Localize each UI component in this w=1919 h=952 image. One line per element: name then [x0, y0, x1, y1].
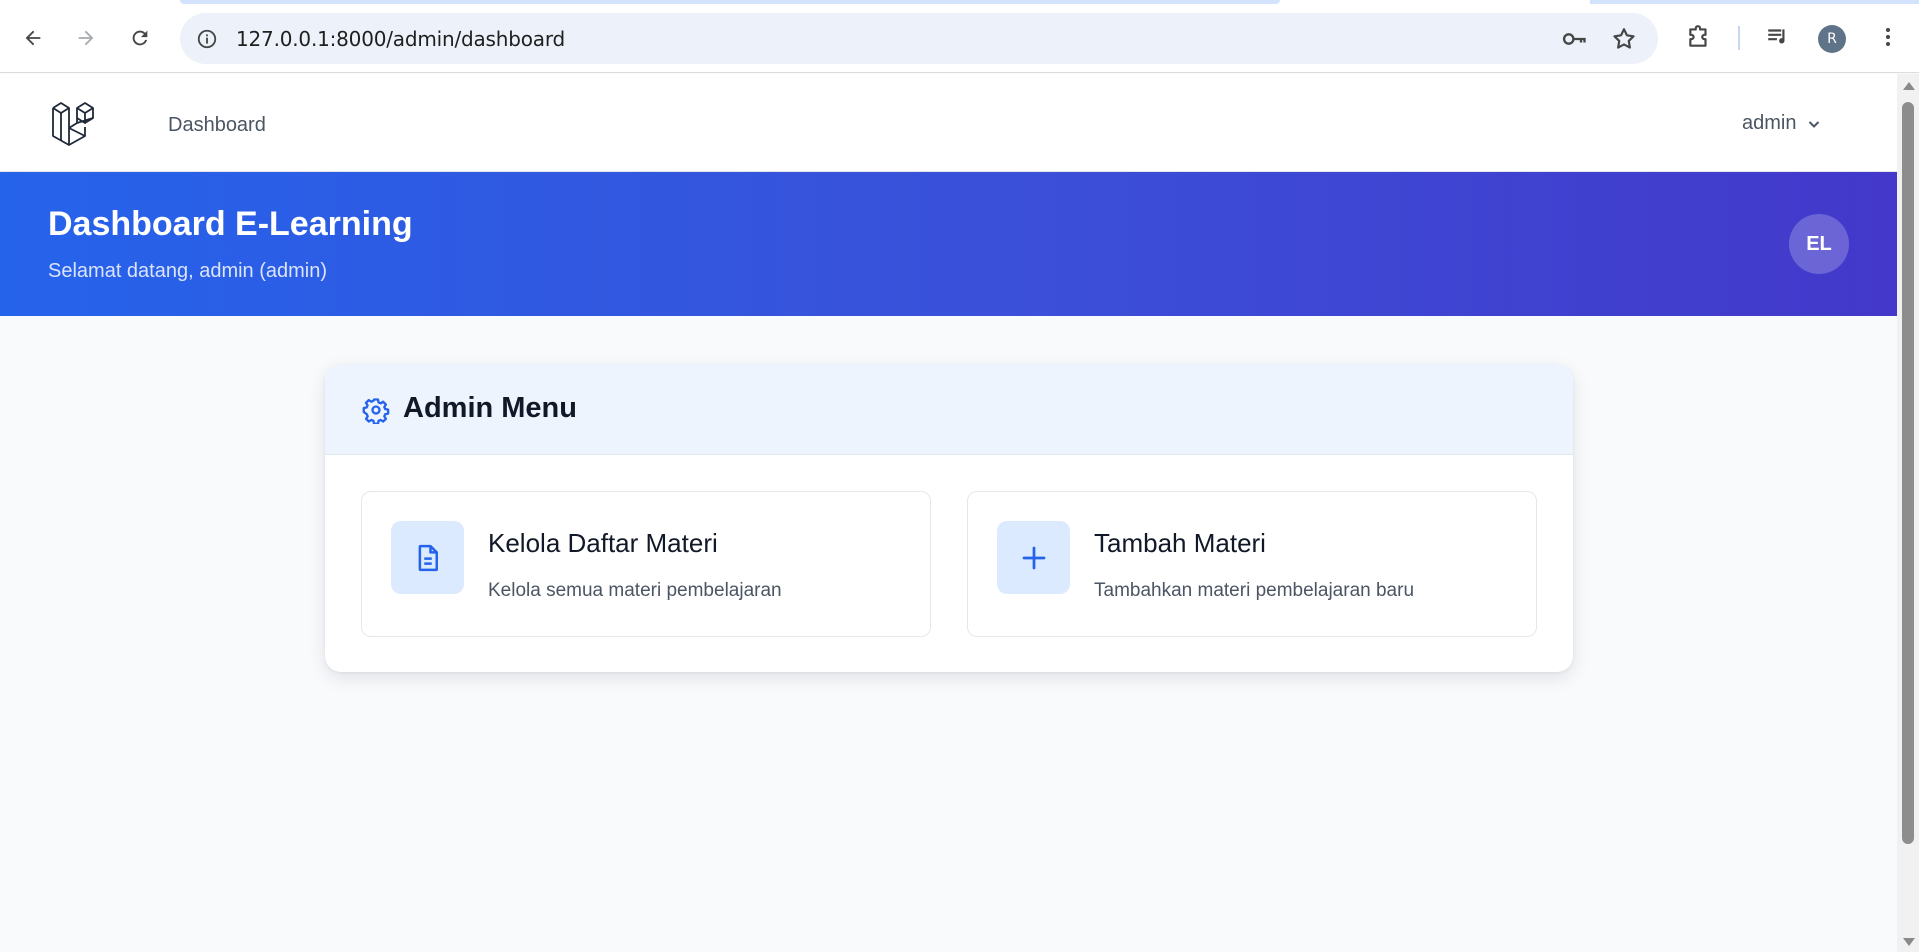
chevron-down-icon — [1809, 120, 1820, 128]
back-icon — [25, 30, 41, 46]
tab-strip — [180, 0, 1280, 4]
user-name: admin — [1742, 112, 1797, 134]
key-icon[interactable] — [1560, 25, 1588, 53]
welcome-text: Selamat datang, admin (admin) — [48, 260, 328, 282]
scroll-thumb[interactable] — [1902, 102, 1914, 844]
laravel-logo-icon[interactable] — [50, 98, 102, 150]
toolbar-divider — [1738, 26, 1740, 50]
page-title: Dashboard E-Learning — [48, 205, 413, 243]
menu-tile-title: Tambah Materi — [1094, 528, 1266, 558]
browser-toolbar: 127.0.0.1:8000/admin/dashboard R — [0, 0, 1919, 73]
gear-icon — [362, 398, 390, 424]
menu-tile-description: Tambahkan materi pembelajaran baru — [1094, 580, 1415, 601]
media-control-icon[interactable] — [1763, 22, 1793, 52]
tab-strip-right — [1590, 0, 1919, 4]
hero-banner: Dashboard E-Learning Selamat datang, adm… — [0, 172, 1897, 316]
reload-icon — [132, 30, 148, 46]
site-info-icon[interactable] — [194, 26, 220, 52]
menu-tile-title: Kelola Daftar Materi — [488, 528, 718, 558]
plus-icon — [1022, 546, 1045, 569]
plus-icon-box — [997, 521, 1070, 594]
bookmark-star-icon[interactable] — [1610, 25, 1638, 53]
admin-menu-card: Admin Menu Kelola Daftar Materi Kelola s… — [325, 364, 1573, 672]
document-icon — [418, 544, 438, 571]
back-button[interactable] — [15, 20, 51, 56]
menu-tile-tambah-materi[interactable]: Tambah Materi Tambahkan materi pembelaja… — [967, 491, 1537, 637]
forward-button[interactable] — [68, 20, 104, 56]
extensions-icon[interactable] — [1684, 22, 1714, 52]
app-navbar: Dashboard admin — [0, 74, 1897, 172]
scroll-down-arrow-icon[interactable] — [1903, 938, 1915, 946]
nav-link-dashboard[interactable]: Dashboard — [168, 114, 266, 137]
menu-kebab-icon[interactable] — [1873, 22, 1903, 52]
address-bar[interactable]: 127.0.0.1:8000/admin/dashboard — [180, 13, 1658, 64]
scroll-up-arrow-icon[interactable] — [1903, 82, 1915, 90]
reload-button[interactable] — [122, 20, 158, 56]
menu-tile-description: Kelola semua materi pembelajaran — [488, 580, 782, 601]
forward-icon — [78, 30, 94, 46]
admin-menu-header: Admin Menu — [325, 364, 1573, 455]
user-dropdown[interactable]: admin — [1742, 112, 1822, 135]
url-text[interactable]: 127.0.0.1:8000/admin/dashboard — [236, 27, 565, 51]
admin-menu-title: Admin Menu — [403, 392, 577, 424]
document-icon-box — [391, 521, 464, 594]
page-scrollbar[interactable] — [1897, 74, 1919, 952]
profile-avatar[interactable]: R — [1818, 25, 1846, 53]
avatar: EL — [1789, 214, 1849, 274]
menu-tile-kelola-materi[interactable]: Kelola Daftar Materi Kelola semua materi… — [361, 491, 931, 637]
